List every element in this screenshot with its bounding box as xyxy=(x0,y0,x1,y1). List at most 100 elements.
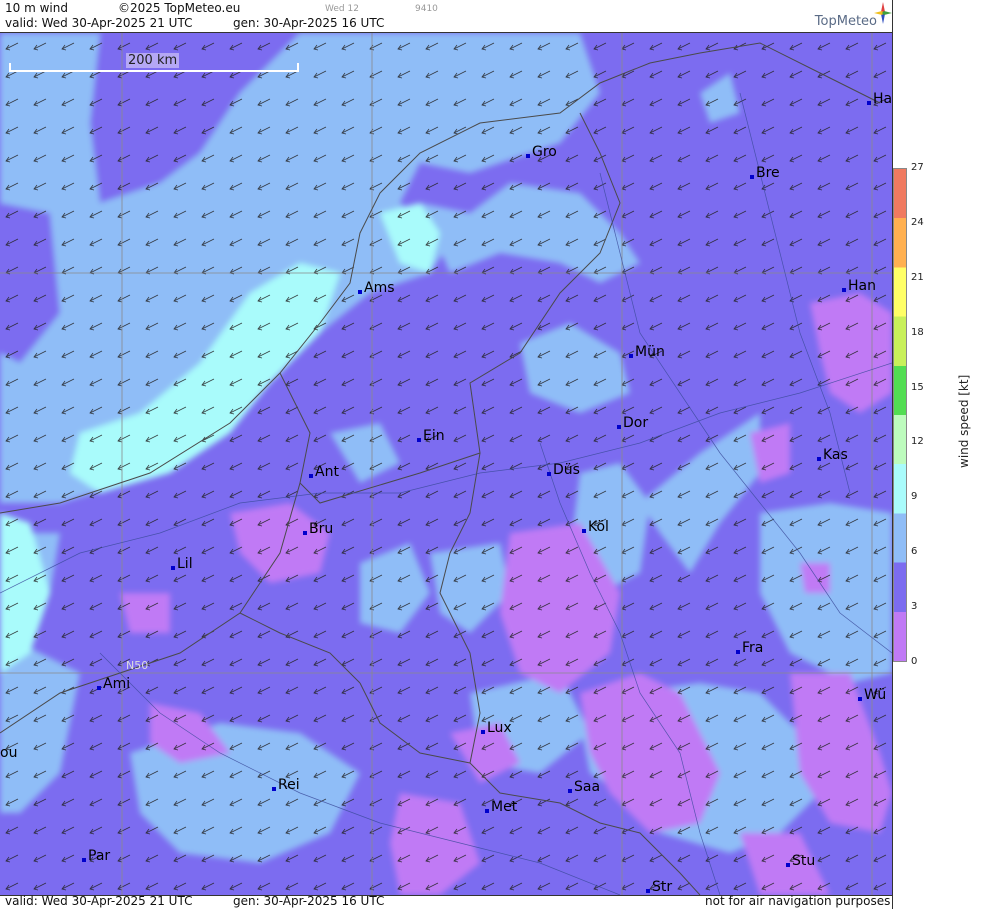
topmeteo-logo-text: TopMeteo xyxy=(814,14,877,29)
city-label: Rei xyxy=(278,777,300,793)
city-dot xyxy=(309,474,313,478)
city-label: Wü xyxy=(864,687,887,703)
city-dot xyxy=(82,858,86,862)
city-dot xyxy=(750,175,754,179)
city-marker[interactable]: Bre xyxy=(750,165,780,181)
city-dot xyxy=(858,697,862,701)
footer: valid: Wed 30-Apr-2025 21 UTC gen: 30-Ap… xyxy=(0,894,893,909)
city-marker[interactable]: Bru xyxy=(303,521,334,537)
city-dot xyxy=(481,730,485,734)
city-marker[interactable]: Mün xyxy=(629,344,665,360)
city-marker[interactable]: Kas xyxy=(817,447,848,463)
compass-logo-icon xyxy=(874,2,892,24)
header: 10 m wind ©2025 TopMeteo.eu Wed 12 9410 … xyxy=(0,0,893,32)
wind-map[interactable]: 200 km N50 Ha Gro Bre Ams Han Mün Dor Ei… xyxy=(0,32,892,896)
city-marker[interactable]: Han xyxy=(842,278,876,294)
city-label: Par xyxy=(88,848,111,864)
footer-disclaimer: not for air navigation purposes xyxy=(705,894,891,908)
city-label: Mün xyxy=(635,344,665,360)
latitude-label: N50 xyxy=(126,659,149,672)
city-label: Bru xyxy=(309,521,334,537)
valid-time: valid: Wed 30-Apr-2025 21 UTC xyxy=(5,16,193,30)
city-label: Köl xyxy=(588,519,609,535)
city-dot xyxy=(303,531,307,535)
city-label: Ami xyxy=(103,676,131,692)
city-dot xyxy=(582,529,586,533)
city-dot xyxy=(646,889,650,893)
city-dot xyxy=(817,457,821,461)
city-marker[interactable]: Ams xyxy=(358,280,395,296)
city-marker[interactable]: Par xyxy=(82,848,111,864)
city-dot xyxy=(171,566,175,570)
city-label: Str xyxy=(652,879,673,895)
city-marker[interactable]: Ha xyxy=(867,91,892,107)
city-dot xyxy=(358,290,362,294)
city-marker[interactable]: Ein xyxy=(417,428,445,444)
city-marker[interactable]: Stu xyxy=(786,853,816,869)
city-dot xyxy=(272,787,276,791)
city-dot xyxy=(568,789,572,793)
city-dot xyxy=(842,288,846,292)
city-marker[interactable]: Saa xyxy=(568,779,601,795)
city-dot xyxy=(417,438,421,442)
colorbar-tick-label: 27 xyxy=(911,162,924,173)
city-label: Fra xyxy=(742,640,764,656)
copyright: ©2025 TopMeteo.eu xyxy=(118,1,241,15)
run-label: Wed 12 xyxy=(325,4,359,14)
city-label: Kas xyxy=(823,447,848,463)
colorbar-tick-label: 0 xyxy=(911,656,918,667)
wind-speed-colorbar xyxy=(893,168,907,662)
city-dot xyxy=(617,425,621,429)
city-dot xyxy=(629,354,633,358)
city-marker[interactable]: Str xyxy=(646,879,673,895)
city-marker[interactable]: Rei xyxy=(272,777,300,793)
city-label: Han xyxy=(848,278,876,294)
city-dot xyxy=(526,154,530,158)
colorbar-tick-label: 24 xyxy=(911,216,924,228)
colorbar-tick-label: 15 xyxy=(911,381,924,393)
city-marker[interactable]: Wü xyxy=(858,687,887,703)
city-label: Ams xyxy=(364,280,395,296)
city-marker[interactable]: Met xyxy=(485,799,518,815)
colorbar-tick-label: 18 xyxy=(911,326,924,338)
city-label: Düs xyxy=(553,462,580,478)
colorbar-tick-label: 9 xyxy=(911,491,918,503)
city-label: Saa xyxy=(574,779,601,795)
code-label: 9410 xyxy=(415,4,438,14)
colorbar-label: wind speed [kt] xyxy=(957,374,971,468)
city-marker[interactable]: Dor xyxy=(617,415,649,431)
gen-time: gen: 30-Apr-2025 16 UTC xyxy=(233,16,385,30)
city-label: Met xyxy=(491,799,518,815)
city-label-partial[interactable]: ou xyxy=(0,745,17,761)
footer-valid-time: valid: Wed 30-Apr-2025 21 UTC xyxy=(5,894,193,908)
city-label: Lux xyxy=(487,720,512,736)
city-dot xyxy=(786,863,790,867)
product-title: 10 m wind xyxy=(5,1,68,15)
city-dot xyxy=(867,101,871,105)
city-label: Ein xyxy=(423,428,445,444)
city-label: Stu xyxy=(792,853,816,869)
city-dot xyxy=(736,650,740,654)
city-dot xyxy=(547,472,551,476)
colorbar-tick-label: 6 xyxy=(911,546,918,558)
city-marker[interactable]: Düs xyxy=(547,462,580,478)
city-marker[interactable]: Gro xyxy=(526,144,557,160)
city-label: Dor xyxy=(623,415,649,431)
wind-field-layer xyxy=(0,33,892,895)
city-label: Ant xyxy=(315,464,339,480)
city-marker[interactable]: Fra xyxy=(736,640,764,656)
city-label: Lil xyxy=(177,556,193,572)
city-dot xyxy=(97,686,101,690)
city-marker[interactable]: Lil xyxy=(171,556,193,572)
city-marker[interactable]: Lux xyxy=(481,720,512,736)
colorbar-tick-label: 21 xyxy=(911,271,924,283)
city-marker[interactable]: Ami xyxy=(97,676,131,692)
scale-bar: 200 km xyxy=(8,53,299,72)
city-label: Ha xyxy=(873,91,892,107)
city-marker[interactable]: Köl xyxy=(582,519,609,535)
scale-bar-label: 200 km xyxy=(126,53,180,68)
city-dot xyxy=(485,809,489,813)
colorbar-tick-label: 12 xyxy=(911,436,924,448)
city-label: Bre xyxy=(756,165,780,181)
city-marker[interactable]: Ant xyxy=(309,464,339,480)
